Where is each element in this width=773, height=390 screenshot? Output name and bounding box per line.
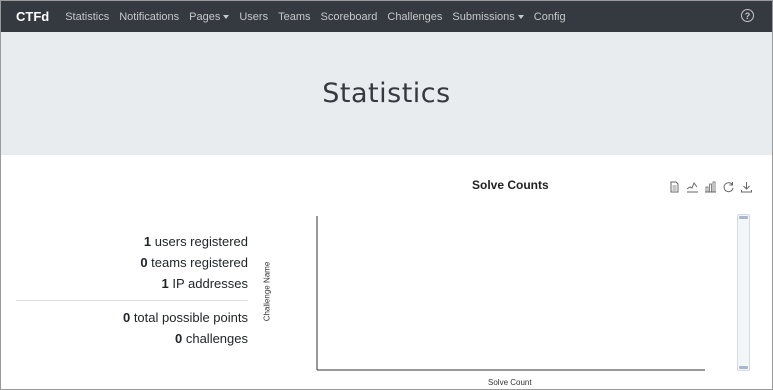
stats-divider bbox=[16, 300, 248, 301]
save-image-icon[interactable] bbox=[740, 181, 753, 193]
stat-points-text: total possible points bbox=[133, 310, 248, 325]
data-view-icon[interactable] bbox=[668, 181, 681, 193]
question-circle-icon[interactable]: ? bbox=[741, 9, 754, 22]
stat-challenges-count: 0 bbox=[174, 331, 183, 346]
chart-title: Solve Counts bbox=[472, 178, 549, 192]
nav-submissions-dropdown[interactable]: Submissions bbox=[452, 10, 524, 23]
stat-teams-text: teams registered bbox=[151, 255, 248, 270]
stat-ips-text: IP addresses bbox=[172, 276, 248, 291]
stat-ips-count: 1 bbox=[161, 276, 169, 291]
nav-scoreboard-label: Scoreboard bbox=[320, 10, 378, 23]
stat-points: 0 total possible points bbox=[16, 307, 248, 328]
nav-challenges-label: Challenges bbox=[387, 10, 443, 23]
brand-logo[interactable]: CTFd bbox=[16, 9, 49, 24]
nav-pages-dropdown[interactable]: Pages bbox=[189, 10, 230, 23]
stat-users-text: users registered bbox=[154, 234, 248, 249]
x-axis-label: Solve Count bbox=[488, 378, 532, 387]
nav-users-label: Users bbox=[239, 10, 269, 23]
stat-ips: 1 IP addresses bbox=[16, 273, 249, 294]
nav-notifications[interactable]: Notifications bbox=[119, 11, 179, 23]
nav-submissions-label: Submissions bbox=[452, 10, 515, 23]
nav-scoreboard[interactable]: Scoreboard bbox=[321, 11, 378, 23]
top-navbar: CTFd Statistics Notifications Pages User… bbox=[1, 1, 772, 32]
chart-toolbox bbox=[668, 181, 753, 193]
stat-users-count: 1 bbox=[143, 234, 152, 249]
zoom-handle-bottom[interactable] bbox=[739, 366, 748, 369]
stat-teams: 0 teams registered bbox=[16, 252, 248, 273]
stat-points-count: 0 bbox=[122, 310, 131, 325]
nav-statistics-label: Statistics bbox=[65, 10, 110, 23]
caret-down-icon bbox=[517, 14, 524, 19]
caret-down-icon bbox=[223, 14, 230, 19]
stats-summary: 1 users registered 0 teams registered 1 … bbox=[16, 231, 248, 349]
bar-chart-icon[interactable] bbox=[704, 181, 717, 193]
nav-teams[interactable]: Teams bbox=[278, 11, 310, 23]
page-header: Statistics bbox=[1, 32, 772, 155]
nav-notifications-label: Notifications bbox=[119, 10, 180, 23]
stat-users: 1 users registered bbox=[16, 231, 248, 252]
stat-challenges-text: challenges bbox=[185, 331, 248, 346]
y-axis-label: Challenge Name bbox=[262, 261, 272, 322]
nav-challenges[interactable]: Challenges bbox=[387, 11, 442, 23]
stat-challenges: 0 challenges bbox=[16, 328, 248, 349]
nav-statistics[interactable]: Statistics bbox=[65, 11, 109, 23]
page-title: Statistics bbox=[322, 78, 451, 109]
zoom-handle-top[interactable] bbox=[739, 216, 748, 219]
nav-config[interactable]: Config bbox=[534, 11, 566, 23]
nav-pages-label: Pages bbox=[189, 10, 221, 23]
nav-teams-label: Teams bbox=[278, 10, 311, 23]
line-chart-icon[interactable] bbox=[686, 181, 699, 193]
solve-counts-chart bbox=[316, 216, 705, 371]
nav-users[interactable]: Users bbox=[239, 11, 268, 23]
stat-teams-count: 0 bbox=[140, 255, 148, 270]
chart-zoom-slider[interactable] bbox=[737, 214, 750, 371]
restore-icon[interactable] bbox=[722, 181, 735, 193]
nav-config-label: Config bbox=[533, 10, 566, 23]
